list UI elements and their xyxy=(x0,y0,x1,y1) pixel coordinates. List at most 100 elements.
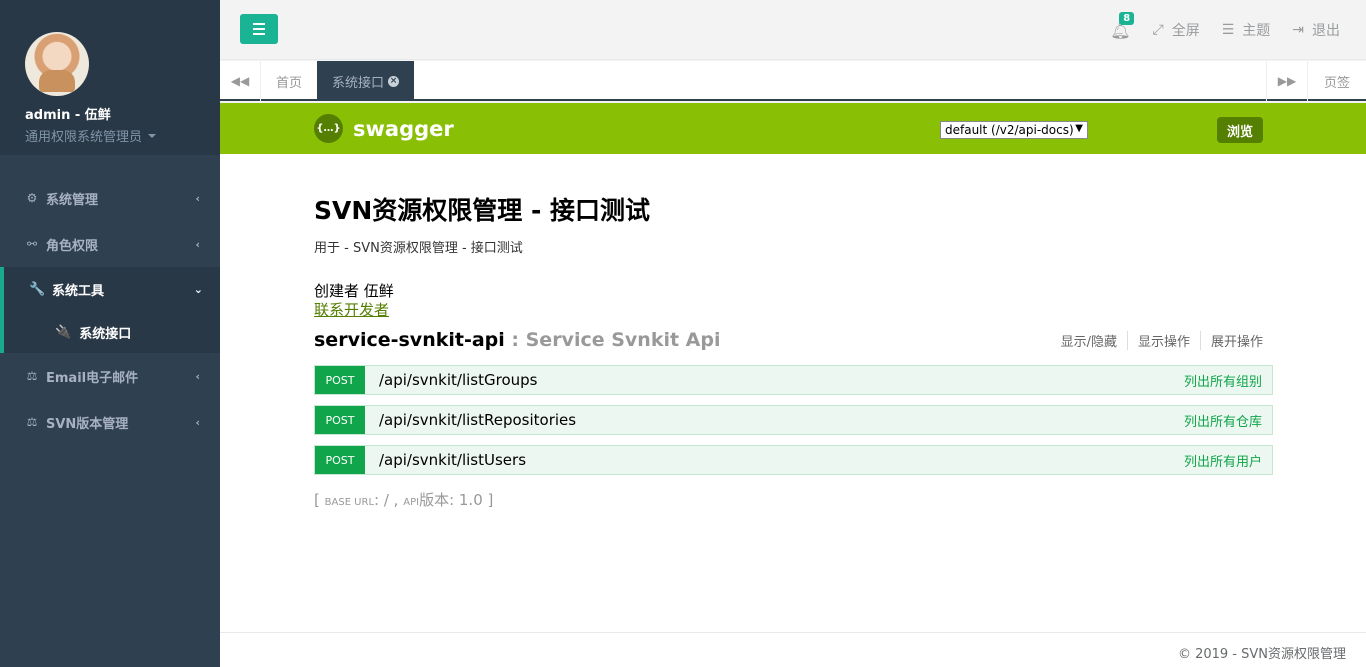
base-url-info: [ BASE URL: / , API版本: 1.0 ] xyxy=(314,489,493,510)
api-resource: service-svnkit-api : Service Svnkit Api … xyxy=(314,329,1273,475)
swagger-logo[interactable]: {…} swagger xyxy=(314,114,454,143)
tab-home[interactable]: 首页 xyxy=(261,61,317,101)
menu-toggle-button[interactable] xyxy=(240,14,278,44)
operation-row[interactable]: POST /api/svnkit/listUsers 列出所有用户 xyxy=(314,445,1273,475)
base-url-label: BASE URL xyxy=(324,497,375,508)
operation-path[interactable]: /api/svnkit/listRepositories xyxy=(379,411,576,429)
operation-summary[interactable]: 列出所有用户 xyxy=(1184,451,1262,470)
share-nodes-icon: ⚯ xyxy=(26,237,38,251)
chevron-left-icon: ‹ xyxy=(195,415,200,429)
api-docs-select[interactable]: default (/v2/api-docs) ▼ xyxy=(940,121,1088,139)
list-operations-link[interactable]: 显示操作 xyxy=(1128,331,1201,350)
dropdown-arrow-icon: ▼ xyxy=(1075,123,1083,134)
tab-label: 系统接口 xyxy=(332,75,385,91)
api-title: SVN资源权限管理 - 接口测试 xyxy=(314,196,651,225)
footer-copyright: © 2019 - SVN资源权限管理 xyxy=(1177,647,1346,662)
tab-scroll-left-button[interactable]: ◀◀ xyxy=(220,61,261,101)
balance-scale-icon: ⚖ xyxy=(26,369,38,383)
swagger-logo-text: swagger xyxy=(353,116,454,141)
sidebar-group-system-tools: 🔧 系统工具 ⌄ 🔌 系统接口 xyxy=(0,267,220,353)
api-contact: 创建者 伍鲜 xyxy=(314,282,394,300)
balance-scale-icon: ⚖ xyxy=(26,415,38,429)
http-method-badge: POST xyxy=(315,366,365,394)
sidebar-item-label: 角色权限 xyxy=(46,238,99,254)
resource-name: service-svnkit-api xyxy=(314,329,505,351)
expand-icon: ⤢ xyxy=(1152,22,1164,38)
sidebar-nav: ⚙ 系统管理 ‹ ⚯ 角色权限 ‹ 🔧 系统工具 ⌄ 🔌 系统接口 ⚖ Emai… xyxy=(0,175,220,445)
logout-label: 退出 xyxy=(1312,23,1340,39)
sidebar-item-system-tools[interactable]: 🔧 系统工具 ⌄ xyxy=(25,267,220,311)
sidebar-item-label: 系统管理 xyxy=(46,192,99,208)
bracket-open: [ xyxy=(314,491,320,509)
notification-badge: 8 xyxy=(1119,11,1135,25)
tab-pages-menu[interactable]: 页签 xyxy=(1307,61,1366,101)
base-url-value: : / , xyxy=(374,491,399,509)
notifications-button[interactable]: 🔔︎ 8 xyxy=(1110,11,1135,40)
sidebar-item-email[interactable]: ⚖ Email电子邮件 ‹ xyxy=(0,353,220,399)
chevron-left-icon: ‹ xyxy=(195,191,200,205)
logout-button[interactable]: ⇥ 退出 xyxy=(1292,20,1340,40)
operation-summary[interactable]: 列出所有仓库 xyxy=(1184,411,1262,430)
expand-operations-link[interactable]: 展开操作 xyxy=(1201,331,1273,350)
footer: © 2019 - SVN资源权限管理 xyxy=(220,632,1366,667)
profile-name: admin - 伍鲜 xyxy=(25,108,111,123)
show-hide-link[interactable]: 显示/隐藏 xyxy=(1051,331,1128,350)
profile-panel: admin - 伍鲜 通用权限系统管理员 xyxy=(0,0,220,155)
sidebar-item-label: SVN版本管理 xyxy=(46,416,129,432)
list-icon: ☰ xyxy=(1221,22,1235,38)
operation-summary[interactable]: 列出所有组别 xyxy=(1184,371,1262,390)
forward-icon: ▶▶ xyxy=(1277,74,1297,88)
http-method-badge: POST xyxy=(315,406,365,434)
operation-path[interactable]: /api/svnkit/listGroups xyxy=(379,371,538,389)
hamburger-icon xyxy=(253,28,265,30)
bracket-close: ] xyxy=(487,491,494,509)
caret-down-icon xyxy=(148,133,157,138)
sidebar-subitem-system-api[interactable]: 🔌 系统接口 xyxy=(25,311,220,353)
fullscreen-button[interactable]: ⤢ 全屏 xyxy=(1153,20,1200,40)
sidebar-item-svn-version[interactable]: ⚖ SVN版本管理 ‹ xyxy=(0,399,220,445)
explore-button[interactable]: 浏览 xyxy=(1217,117,1263,143)
theme-button[interactable]: ☰ 主题 xyxy=(1222,20,1271,40)
api-info: SVN资源权限管理 - 接口测试 用于 - SVN资源权限管理 - 接口测试 创… xyxy=(314,191,650,320)
profile-role-label: 通用权限系统管理员 xyxy=(25,130,143,145)
tab-right-controls: ▶▶ 页签 xyxy=(1266,61,1366,101)
backward-icon: ◀◀ xyxy=(230,74,250,88)
operation-path[interactable]: /api/svnkit/listUsers xyxy=(379,451,526,469)
hamburger-icon xyxy=(253,23,265,25)
swagger-logo-icon: {…} xyxy=(314,114,343,143)
api-docs-select-value: default (/v2/api-docs) xyxy=(945,123,1074,137)
sidebar-item-role-permissions[interactable]: ⚯ 角色权限 ‹ xyxy=(0,221,220,267)
api-version-value: 版本: 1.0 xyxy=(419,491,483,509)
theme-label: 主题 xyxy=(1242,23,1271,39)
fullscreen-label: 全屏 xyxy=(1171,23,1200,39)
resource-subtitle: : Service Svnkit Api xyxy=(511,329,721,351)
avatar[interactable] xyxy=(25,32,89,96)
sidebar-item-system-management[interactable]: ⚙ 系统管理 ‹ xyxy=(0,175,220,221)
main-content: {…} swagger default (/v2/api-docs) ▼ 浏览 … xyxy=(220,103,1366,632)
wrench-icon: 🔧 xyxy=(29,281,46,297)
top-navbar: 🔔︎ 8 ⤢ 全屏 ☰ 主题 ⇥ 退出 xyxy=(220,0,1366,60)
resource-operation-links: 显示/隐藏 显示操作 展开操作 xyxy=(1051,331,1273,350)
sign-out-icon: ⇥ xyxy=(1292,22,1304,38)
swagger-header: {…} swagger default (/v2/api-docs) ▼ 浏览 xyxy=(220,103,1366,154)
api-version-label: API xyxy=(403,497,420,508)
tab-system-api[interactable]: 系统接口 × xyxy=(317,61,415,101)
hamburger-icon xyxy=(253,33,265,35)
sidebar-item-label: Email电子邮件 xyxy=(46,370,139,386)
resource-title[interactable]: service-svnkit-api : Service Svnkit Api xyxy=(314,329,720,351)
chevron-down-icon: ⌄ xyxy=(193,282,203,296)
tab-scroll-right-button[interactable]: ▶▶ xyxy=(1266,61,1307,101)
content-tabs: ◀◀ 首页 系统接口 × ▶▶ 页签 xyxy=(220,61,1366,101)
close-icon[interactable]: × xyxy=(388,75,400,87)
operation-row[interactable]: POST /api/svnkit/listRepositories 列出所有仓库 xyxy=(314,405,1273,435)
profile-role-dropdown[interactable]: 通用权限系统管理员 xyxy=(25,126,220,145)
chevron-left-icon: ‹ xyxy=(195,369,200,383)
operation-row[interactable]: POST /api/svnkit/listGroups 列出所有组别 xyxy=(314,365,1273,395)
top-right-links: 🔔︎ 8 ⤢ 全屏 ☰ 主题 ⇥ 退出 xyxy=(1110,0,1340,60)
api-description: 用于 - SVN资源权限管理 - 接口测试 xyxy=(314,241,523,256)
gear-icon: ⚙ xyxy=(26,191,38,205)
contact-developer-link[interactable]: 联系开发者 xyxy=(314,299,650,320)
tab-pages-label: 页签 xyxy=(1323,75,1350,91)
http-method-badge: POST xyxy=(315,446,365,474)
plug-icon: 🔌 xyxy=(55,324,72,340)
